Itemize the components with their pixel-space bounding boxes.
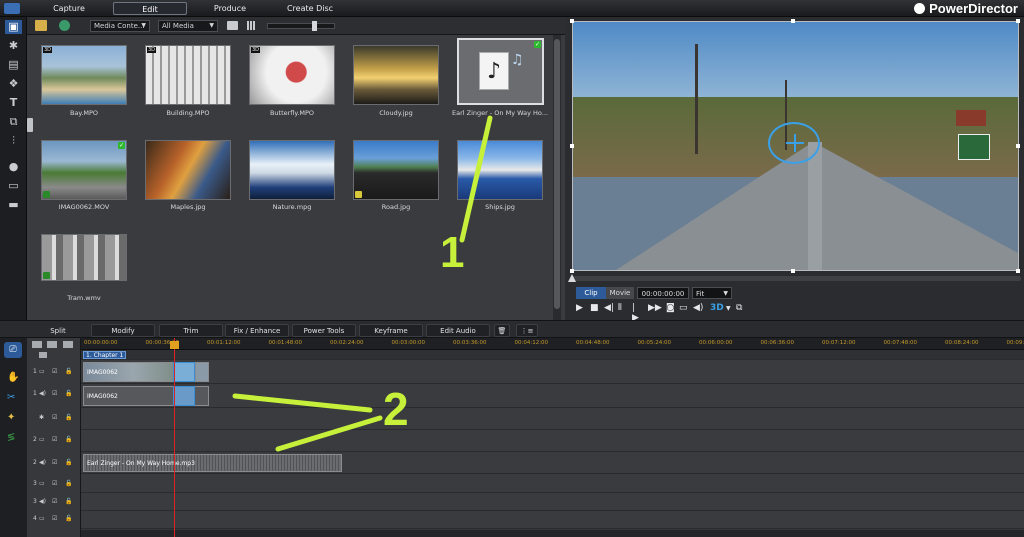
annotation-arrow-2b xyxy=(275,415,383,452)
annotation-lines xyxy=(232,115,493,452)
annotation-label-2: 2 xyxy=(383,383,409,435)
annotation-label-1: 1 xyxy=(440,228,465,277)
powerdirector-window: Capture Edit Produce Create Disc PowerDi… xyxy=(0,0,1024,537)
annotation-arrow-2a xyxy=(232,393,373,413)
annotation-arrow-1 xyxy=(459,115,493,243)
